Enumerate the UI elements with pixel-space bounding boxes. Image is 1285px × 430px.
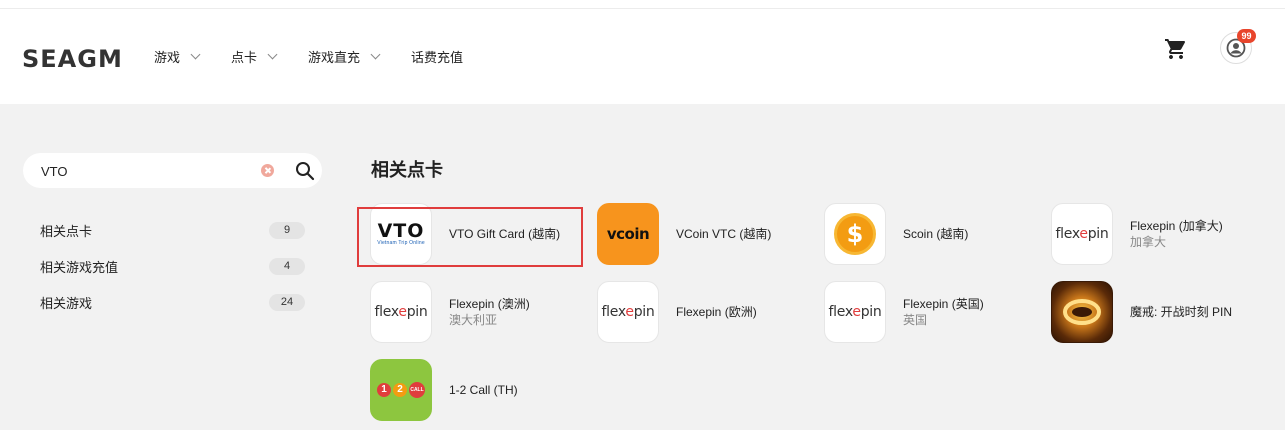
card-name: Flexepin (澳洲) — [449, 297, 530, 311]
card-region: 加拿大 — [1130, 235, 1167, 249]
sidebar-item-related-games[interactable]: 相关游戏 24 — [40, 293, 305, 311]
one-two-call-logo: 1 2 CALL — [370, 359, 432, 421]
vcoin-logo: vcoin — [597, 203, 659, 265]
clear-icon[interactable] — [261, 164, 274, 177]
site-header: SEAGM 游戏 点卡 游戏直充 话费充值 — [0, 9, 1285, 104]
chevron-down-icon — [190, 49, 201, 60]
card-name: Flexepin (欧洲) — [676, 305, 757, 319]
sidebar-item-label: 相关游戏 — [40, 295, 93, 311]
card-vcoin-vtc[interactable]: vcoin VCoin VTC (越南) — [597, 203, 817, 265]
search-icon[interactable] — [295, 161, 315, 181]
sidebar-item-related-cards[interactable]: 相关点卡 9 — [40, 221, 305, 239]
nav-games[interactable]: 游戏 — [154, 47, 201, 66]
card-vto-gift-card[interactable]: VTO Vietnam Trip Online VTO Gift Card (越… — [370, 203, 590, 265]
ring-logo — [1051, 281, 1113, 343]
card-name: VTO Gift Card (越南) — [449, 227, 561, 241]
flexepin-logo: flexepin — [597, 281, 659, 343]
nav-direct-topup[interactable]: 游戏直充 — [308, 47, 381, 66]
seagm-logo[interactable]: SEAGM — [22, 45, 123, 73]
count-badge: 4 — [269, 257, 305, 275]
flexepin-logo: flexepin — [824, 281, 886, 343]
card-name: Scoin (越南) — [903, 227, 969, 241]
count-badge: 24 — [269, 293, 305, 311]
nav-label: 游戏直充 — [308, 50, 361, 65]
card-region: 英国 — [903, 313, 928, 327]
nav-label: 游戏 — [154, 50, 181, 65]
notification-badge: 99 — [1237, 29, 1256, 43]
sidebar-item-related-topups[interactable]: 相关游戏充值 4 — [40, 257, 305, 275]
scoin-logo: $ — [824, 203, 886, 265]
chevron-down-icon — [267, 49, 278, 60]
card-name: Flexepin (加拿大) — [1130, 219, 1223, 233]
section-title: 相关点卡 — [371, 160, 443, 180]
result-categories: 相关点卡 9 相关游戏充值 4 相关游戏 24 — [40, 221, 305, 329]
card-flexepin-europe[interactable]: flexepin Flexepin (欧洲) — [597, 281, 817, 343]
card-lotr-rise-to-war[interactable]: 魔戒: 开战时刻 PIN — [1051, 281, 1271, 343]
card-region: 澳大利亚 — [449, 313, 498, 327]
nav-label: 话费充值 — [411, 50, 464, 65]
nav-mobile-topup[interactable]: 话费充值 — [411, 47, 463, 66]
vto-logo: VTO Vietnam Trip Online — [370, 203, 432, 265]
nav-label: 点卡 — [231, 50, 258, 65]
count-badge: 9 — [269, 221, 305, 239]
nav-cards[interactable]: 点卡 — [231, 47, 278, 66]
top-strip — [0, 0, 1285, 9]
card-name: 魔戒: 开战时刻 PIN — [1130, 305, 1233, 319]
card-flexepin-australia[interactable]: flexepin Flexepin (澳洲) 澳大利亚 — [370, 281, 590, 343]
card-1-2-call[interactable]: 1 2 CALL 1-2 Call (TH) — [370, 359, 590, 421]
card-name: VCoin VTC (越南) — [676, 227, 772, 241]
cart-icon[interactable] — [1164, 37, 1188, 61]
card-scoin[interactable]: $ Scoin (越南) — [824, 203, 1044, 265]
sidebar-item-label: 相关点卡 — [40, 223, 93, 239]
card-name: Flexepin (英国) — [903, 297, 984, 311]
card-name: 1-2 Call (TH) — [449, 383, 518, 397]
flexepin-logo: flexepin — [1051, 203, 1113, 265]
search-input[interactable] — [41, 162, 251, 180]
sidebar-item-label: 相关游戏充值 — [40, 259, 119, 275]
main-nav: 游戏 点卡 游戏直充 话费充值 — [154, 47, 495, 66]
chevron-down-icon — [370, 49, 381, 60]
card-flexepin-canada[interactable]: flexepin Flexepin (加拿大) 加拿大 — [1051, 203, 1271, 265]
card-flexepin-uk[interactable]: flexepin Flexepin (英国) 英国 — [824, 281, 1044, 343]
flexepin-logo: flexepin — [370, 281, 432, 343]
search-box — [23, 153, 322, 188]
